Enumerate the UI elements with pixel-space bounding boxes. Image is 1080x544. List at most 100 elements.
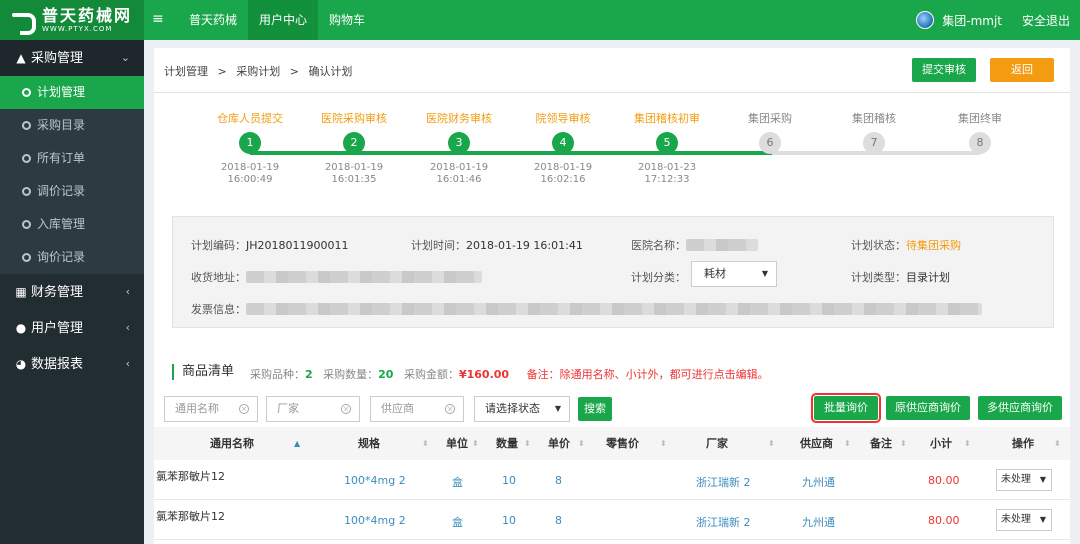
chevron-left-icon: ‹ [125,357,130,370]
brand-url: WWW.PTYX.COM [42,24,113,33]
logout-link[interactable]: 安全退出 [1022,12,1070,29]
header-divider [154,92,1070,93]
supplier-input[interactable]: 供应商 × [370,396,464,422]
col-operation: 操作 [1012,437,1034,450]
step-3: 医院财务审核 3 2018-01-19 16:01:46 [426,112,492,185]
clear-icon[interactable]: × [341,404,351,414]
avatar[interactable] [916,11,935,29]
cell-qty[interactable]: 10 [502,514,516,527]
topnav-item-user-center[interactable]: 用户中心 [248,0,319,40]
delivery-address: 收货地址： [191,269,482,285]
username[interactable]: 集团-mmjt [942,12,1002,29]
sort-icon[interactable]: ⬍ [768,427,775,461]
search-button[interactable]: 搜索 [578,397,612,421]
original-supplier-inquiry-button[interactable]: 原供应商询价 [886,396,970,420]
sidebar-item-catalog[interactable]: 采购目录 [0,109,144,142]
finance-icon: ▦ [15,285,27,299]
sidebar-group-reports[interactable]: ◕ 数据报表 ‹ [0,346,144,382]
sort-icon[interactable]: ⬍ [422,427,429,461]
circle-icon [22,121,31,130]
col-spec[interactable]: 规格 [358,427,380,461]
cell-manufacturer[interactable]: 浙江瑞新 2 [696,514,751,530]
cell-supplier[interactable]: 九州通 [802,474,835,490]
redacted-address [246,271,482,283]
cell-unit[interactable]: 盒 [452,474,463,490]
chevron-down-icon: ⌄ [120,51,130,64]
cell-manufacturer[interactable]: 浙江瑞新 2 [696,474,751,490]
col-unit[interactable]: 单位 [446,427,468,461]
sidebar-item-price-records[interactable]: 调价记录 [0,175,144,208]
top-bar: 普天药械网 WWW.PTYX.COM ≡ 普天药械 用户中心 购物车 集团-mm… [0,0,1080,40]
generic-name-input[interactable]: 通用名称 × [164,396,258,422]
step-4: 院领导审核 4 2018-01-19 16:02:16 [533,112,593,185]
circle-icon [22,253,31,262]
topnav-item-ptyx[interactable]: 普天药械 [178,0,248,40]
col-remark[interactable]: 备注 [870,427,892,461]
sidebar-item-stock-in[interactable]: 入库管理 [0,208,144,241]
sidebar-item-plan-management[interactable]: 计划管理 [0,76,144,109]
cell-price[interactable]: 8 [555,514,562,527]
plan-code: 计划编码：JH2018011900011 [191,239,349,252]
step-7: 集团稽核 7 [819,110,929,154]
brand-logo[interactable]: 普天药械网 WWW.PTYX.COM [0,0,144,40]
plan-category-select[interactable]: 耗材 ▼ [691,261,777,287]
plan-type: 计划类型：目录计划 [851,271,950,284]
sidebar-group-purchase[interactable]: ▲ 采购管理 ⌄ [0,40,144,76]
step-6: 集团采购 6 [715,110,825,154]
sort-icon[interactable]: ⬍ [524,427,531,461]
col-manufacturer[interactable]: 厂家 [706,427,728,461]
back-button[interactable]: 返回 [990,58,1054,82]
cell-price[interactable]: 8 [555,474,562,487]
sort-icon[interactable]: ⬍ [844,427,851,461]
goods-list-title: 商品清单 [172,364,234,380]
step-1: 仓库人员提交 1 2018-01-19 16:00:49 [217,112,283,185]
plan-panel: 计划管理 > 采购计划 > 确认计划 提交审核 返回 仓库人员提交 1 2018… [154,48,1070,544]
cell-supplier[interactable]: 九州通 [802,514,835,530]
sort-icon[interactable]: ⬍ [578,427,585,461]
circle-icon [22,220,31,229]
cell-subtotal: 80.00 [928,514,960,527]
sidebar-group-finance[interactable]: ▦ 财务管理 ‹ [0,274,144,310]
clear-icon[interactable]: × [239,404,249,414]
col-supplier[interactable]: 供应商 [800,427,833,461]
batch-inquiry-button[interactable]: 批量询价 [811,393,881,423]
logo-icon [12,11,36,35]
sort-asc-icon[interactable]: ▲ [294,427,300,461]
col-qty[interactable]: 数量 [496,427,518,461]
sort-icon[interactable]: ⬍ [1054,427,1061,461]
sidebar: ▲ 采购管理 ⌄ 计划管理 采购目录 所有订单 调价记录 入库管理 询价记录 ▦ 财… [0,40,144,544]
cell-spec[interactable]: 100*4mg 2 [344,514,406,527]
caret-down-icon: ▼ [554,404,561,413]
col-price[interactable]: 单价 [548,427,570,461]
cell-unit[interactable]: 盒 [452,514,463,530]
plan-category-label: 计划分类： [631,271,686,284]
row-status-select[interactable]: 未处理 ▼ [996,469,1052,491]
status-select[interactable]: 请选择状态 ▼ [474,396,570,422]
col-retail[interactable]: 零售价 [606,427,639,461]
breadcrumb-confirm-plan: 确认计划 [308,65,353,78]
breadcrumb-purchase-plan[interactable]: 采购计划 [236,65,280,78]
manufacturer-input[interactable]: 厂家 × [266,396,360,422]
row-status-select[interactable]: 未处理 ▼ [996,509,1052,531]
sort-icon[interactable]: ⬍ [900,427,907,461]
cart-icon: ▲ [16,51,26,65]
cell-spec[interactable]: 100*4mg 2 [344,474,406,487]
sidebar-item-orders[interactable]: 所有订单 [0,142,144,175]
col-subtotal[interactable]: 小计 [930,427,952,461]
sidebar-item-inquiry-records[interactable]: 询价记录 [0,241,144,274]
breadcrumb-plan-management[interactable]: 计划管理 [164,65,208,78]
plan-info-box: 计划编码：JH2018011900011 计划时间：2018-01-19 16:… [172,216,1054,328]
menu-toggle-icon[interactable]: ≡ [152,11,164,27]
submit-review-button[interactable]: 提交审核 [912,58,976,82]
sidebar-group-users[interactable]: ● 用户管理 ‹ [0,310,144,346]
redacted-invoice [246,303,982,315]
clear-icon[interactable]: × [445,404,455,414]
sort-icon[interactable]: ⬍ [964,427,971,461]
sort-icon[interactable]: ⬍ [660,427,667,461]
col-generic-name[interactable]: 通用名称 [210,427,254,461]
cell-qty[interactable]: 10 [502,474,516,487]
multi-supplier-inquiry-button[interactable]: 多供应商询价 [978,396,1062,420]
sort-icon[interactable]: ⬍ [472,427,479,461]
topnav-item-cart[interactable]: 购物车 [318,0,376,40]
caret-down-icon: ▼ [1039,475,1046,484]
